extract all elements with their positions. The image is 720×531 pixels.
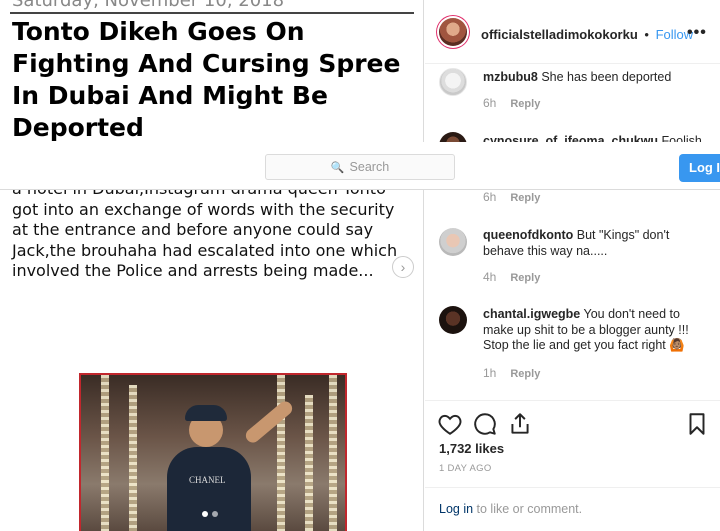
- search-input[interactable]: 🔍 Search: [265, 154, 455, 180]
- author-name-link[interactable]: officialstelladimokokorku: [481, 27, 638, 42]
- search-placeholder: Search: [349, 160, 390, 174]
- comment-text: queenofdkonto But "Kings" don't behave t…: [483, 228, 713, 259]
- comment-item: queenofdkonto But "Kings" don't behave t…: [425, 222, 720, 294]
- person-arm: [243, 398, 295, 446]
- author-username: officialstelladimokokorku • Follow: [481, 27, 693, 42]
- photo-brand: CHANEL: [189, 475, 226, 485]
- commenter-username[interactable]: chantal.igwegbe: [483, 307, 580, 321]
- body-line: Jack,the brouhaha had escalated into one…: [12, 240, 398, 260]
- commenter-username[interactable]: mzbubu8: [483, 70, 538, 84]
- commenter-avatar[interactable]: [439, 228, 467, 256]
- headline-line: Deported: [12, 113, 144, 142]
- comment-time: 4h: [483, 270, 497, 284]
- comment-time: 6h: [483, 96, 497, 110]
- comment-meta: 4h Reply: [483, 270, 540, 284]
- comment-meta: 6h Reply: [483, 190, 540, 204]
- post-actions: 1,732 likes 1 DAY AGO Log in to like or …: [425, 400, 720, 531]
- more-options-icon[interactable]: •••: [687, 24, 707, 42]
- post-header: officialstelladimokokorku • Follow •••: [425, 0, 720, 64]
- carousel-dot: [212, 511, 218, 517]
- login-link[interactable]: Log in: [439, 502, 473, 516]
- headline-line: Tonto Dikeh Goes On: [12, 17, 305, 46]
- bookmark-icon[interactable]: [684, 411, 710, 437]
- headline-line: In Dubai And Might Be: [12, 81, 328, 110]
- person-body: [167, 447, 251, 531]
- light-strand: [329, 375, 337, 531]
- search-icon: 🔍: [330, 161, 345, 174]
- post-timestamp: 1 DAY AGO: [439, 463, 492, 474]
- article-rule: [10, 12, 414, 14]
- light-strand: [101, 375, 109, 531]
- light-strand: [129, 385, 137, 531]
- reply-button[interactable]: Reply: [510, 272, 540, 284]
- like-count[interactable]: 1,732 likes: [439, 441, 504, 456]
- comment-body: She has been deported: [541, 70, 672, 84]
- light-strand: [277, 375, 285, 531]
- commenter-avatar[interactable]: [439, 68, 467, 96]
- comment-item: mzbubu8 She has been deported 6h Reply: [425, 64, 720, 124]
- article-dateline: Saturday, November 10, 2018: [12, 0, 285, 11]
- post-media: Saturday, November 10, 2018 Tonto Dikeh …: [0, 0, 424, 531]
- commenter-avatar[interactable]: [439, 306, 467, 334]
- body-line: got into an exchange of words with the s…: [12, 199, 395, 219]
- light-strand: [305, 395, 313, 531]
- article-image: Saturday, November 10, 2018 Tonto Dikeh …: [0, 0, 423, 531]
- carousel-dots: [202, 511, 218, 517]
- body-line: involved the Police and arrests being ma…: [12, 261, 374, 280]
- comment-item: chantal.igwegbe You don't need to make u…: [425, 302, 720, 394]
- reply-button[interactable]: Reply: [510, 192, 540, 204]
- top-navigation: 🔍 Search: [0, 142, 720, 190]
- body-line: at the entrance and before anyone could …: [12, 220, 374, 239]
- login-prompt-suffix: to like or comment.: [473, 502, 583, 516]
- commenter-username[interactable]: queenofdkonto: [483, 228, 573, 242]
- reply-button[interactable]: Reply: [510, 98, 540, 110]
- article-photo: CHANEL: [79, 373, 347, 531]
- login-button[interactable]: Log In: [679, 154, 720, 182]
- next-slide-icon[interactable]: ›: [392, 256, 414, 278]
- headline-line: Fighting And Cursing Spree: [12, 49, 401, 78]
- comment-meta: 6h Reply: [483, 96, 540, 110]
- comment-time: 1h: [483, 366, 497, 380]
- login-prompt: Log in to like or comment.: [425, 487, 720, 531]
- separator-dot: •: [644, 27, 649, 42]
- reply-button[interactable]: Reply: [510, 368, 540, 380]
- carousel-dot: [202, 511, 208, 517]
- author-avatar[interactable]: [439, 18, 467, 46]
- comment-text: mzbubu8 She has been deported: [483, 70, 713, 86]
- comment-time: 6h: [483, 190, 497, 204]
- heart-icon[interactable]: [437, 411, 463, 437]
- person-cap: [185, 405, 227, 421]
- article-headline: Tonto Dikeh Goes On Fighting And Cursing…: [12, 16, 412, 144]
- comment-text: chantal.igwegbe You don't need to make u…: [483, 307, 713, 354]
- comment-icon[interactable]: [472, 411, 498, 437]
- share-icon[interactable]: [507, 411, 533, 437]
- comment-meta: 1h Reply: [483, 366, 540, 380]
- article-body: a hotel in Dubai,Instagram drama queen T…: [12, 179, 412, 282]
